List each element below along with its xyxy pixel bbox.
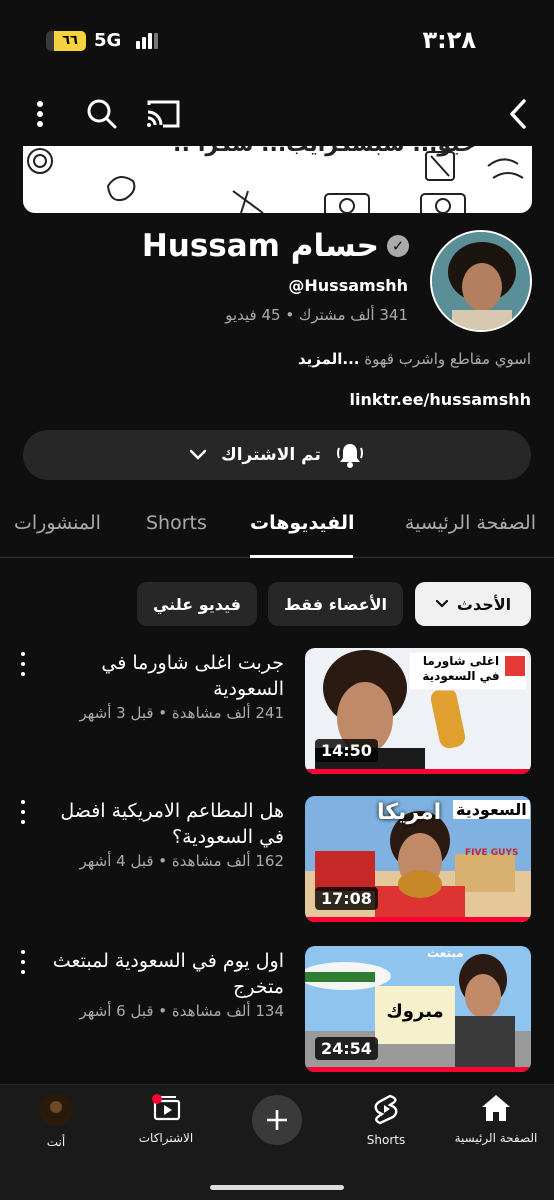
thumbnail-overlay-right: السعودية: [453, 800, 530, 819]
video-item[interactable]: امريكا السعودية FIVE GUYS 17:08 هل المطا…: [0, 796, 554, 924]
battery-level: ٦٦: [54, 31, 86, 51]
bell-icon: [336, 444, 363, 468]
nav-you-label: أنت: [46, 1135, 66, 1149]
video-thumbnail[interactable]: اغلى شاورما في السعودية 14:50: [305, 648, 531, 774]
battery-indicator: ٦٦: [46, 31, 86, 51]
thumbnail-overlay-left: امريكا: [377, 800, 442, 825]
video-meta: 134 ألف مشاهدة • قبل 6 أشهر: [79, 1002, 284, 1020]
nav-you[interactable]: أنت: [6, 1093, 106, 1149]
more-vert-icon[interactable]: [20, 94, 60, 134]
status-bar: ٦٦ 5G ٣:٢٨: [0, 0, 554, 86]
cast-icon[interactable]: [143, 94, 183, 134]
thumbnail-sign-text: FIVE GUYS: [465, 848, 519, 858]
channel-name-text: حسام Hussam: [141, 228, 379, 264]
channel-name: ✓ حسام Hussam: [142, 228, 409, 264]
video-duration: 24:54: [315, 1037, 378, 1060]
channel-handle: @Hussamshh: [288, 276, 408, 295]
video-item[interactable]: اغلى شاورما في السعودية 14:50 جربت اغلى …: [0, 648, 554, 776]
shorts-icon: [374, 1094, 398, 1125]
nav-home[interactable]: الصفحة الرئيسية: [446, 1093, 546, 1145]
watch-progress: [305, 1067, 531, 1072]
top-bar: [0, 92, 554, 140]
network-type: 5G: [94, 30, 122, 51]
create-icon[interactable]: [252, 1095, 302, 1145]
tab-shorts[interactable]: Shorts: [146, 512, 207, 534]
video-title[interactable]: هل المطاعم الامريكية افضل في السعودية؟: [44, 798, 284, 850]
video-item[interactable]: مبروك مبتعث 24:54 اول يوم في السعودية لم…: [0, 946, 554, 1074]
signal-icon: [136, 33, 158, 49]
members-only-chip[interactable]: الأعضاء فقط: [268, 582, 403, 626]
description-text: اسوي مقاطع واشرب قهوة: [364, 350, 531, 368]
more-vert-icon[interactable]: [16, 652, 30, 676]
chevron-down-icon: [435, 599, 448, 608]
thumbnail-overlay-text: اغلى شاورما في السعودية: [422, 654, 500, 683]
video-title[interactable]: اول يوم في السعودية لمبتعث متخرج: [44, 948, 284, 1000]
nav-shorts[interactable]: Shorts: [336, 1093, 436, 1147]
active-tab-indicator: [250, 555, 353, 558]
chevron-down-icon: [189, 449, 207, 460]
more-link[interactable]: ...المزيد: [298, 350, 360, 368]
public-video-chip[interactable]: فيديو علني: [137, 582, 257, 626]
home-indicator: [210, 1185, 344, 1190]
video-thumbnail[interactable]: مبروك مبتعث 24:54: [305, 946, 531, 1072]
more-vert-icon[interactable]: [16, 800, 30, 824]
more-vert-icon[interactable]: [16, 950, 30, 974]
home-icon: [482, 1095, 510, 1121]
nav-shorts-label: Shorts: [366, 1133, 406, 1147]
nav-home-label: الصفحة الرئيسية: [454, 1131, 538, 1145]
banner-doodles-icon: [27, 148, 524, 213]
subscribed-button[interactable]: تم الاشتراك: [23, 430, 531, 480]
bottom-navigation: الصفحة الرئيسية Shorts الاشتراكات أنت: [0, 1084, 554, 1200]
verified-icon: ✓: [387, 235, 409, 257]
search-icon[interactable]: [82, 94, 122, 134]
channel-banner: حيو... سبسكرايب... شكرا :.: [23, 146, 532, 213]
video-duration: 17:08: [315, 887, 378, 910]
subscribed-label: تم الاشتراك: [221, 445, 321, 465]
thumbnail-sign-text: مبروك: [386, 1001, 444, 1022]
tab-videos[interactable]: الفيديوهات: [250, 512, 355, 534]
watch-progress: [305, 769, 531, 774]
channel-description[interactable]: اسوي مقاطع واشرب قهوة ...المزيد: [298, 350, 531, 368]
channel-tabs: الصفحة الرئيسية الفيديوهات Shorts المنشو…: [0, 500, 554, 558]
channel-link[interactable]: linktr.ee/hussamshh: [350, 390, 531, 409]
video-meta: 241 ألف مشاهدة • قبل 3 أشهر: [79, 704, 284, 722]
clock: ٣:٢٨: [422, 26, 476, 54]
subscriptions-icon: [152, 1094, 181, 1121]
tab-home[interactable]: الصفحة الرئيسية: [405, 512, 536, 534]
nav-subscriptions-label: الاشتراكات: [138, 1131, 194, 1145]
channel-avatar[interactable]: [430, 230, 532, 332]
sort-chip-label: الأحدث: [456, 594, 512, 614]
avatar: [40, 1094, 72, 1126]
video-meta: 162 ألف مشاهدة • قبل 4 أشهر: [79, 852, 284, 870]
channel-stats: 341 ألف مشترك • 45 فيديو: [225, 306, 408, 324]
nav-subscriptions[interactable]: الاشتراكات: [116, 1093, 216, 1145]
video-title[interactable]: جربت اغلى شاورما في السعودية: [44, 650, 284, 702]
sort-chip[interactable]: الأحدث: [415, 582, 531, 626]
back-arrow-icon[interactable]: [498, 94, 538, 134]
video-thumbnail[interactable]: امريكا السعودية FIVE GUYS 17:08: [305, 796, 531, 922]
watch-progress: [305, 917, 531, 922]
tab-posts[interactable]: المنشورات: [14, 512, 101, 534]
thumbnail-tag-text: مبتعث: [427, 946, 464, 960]
video-duration: 14:50: [315, 739, 378, 762]
